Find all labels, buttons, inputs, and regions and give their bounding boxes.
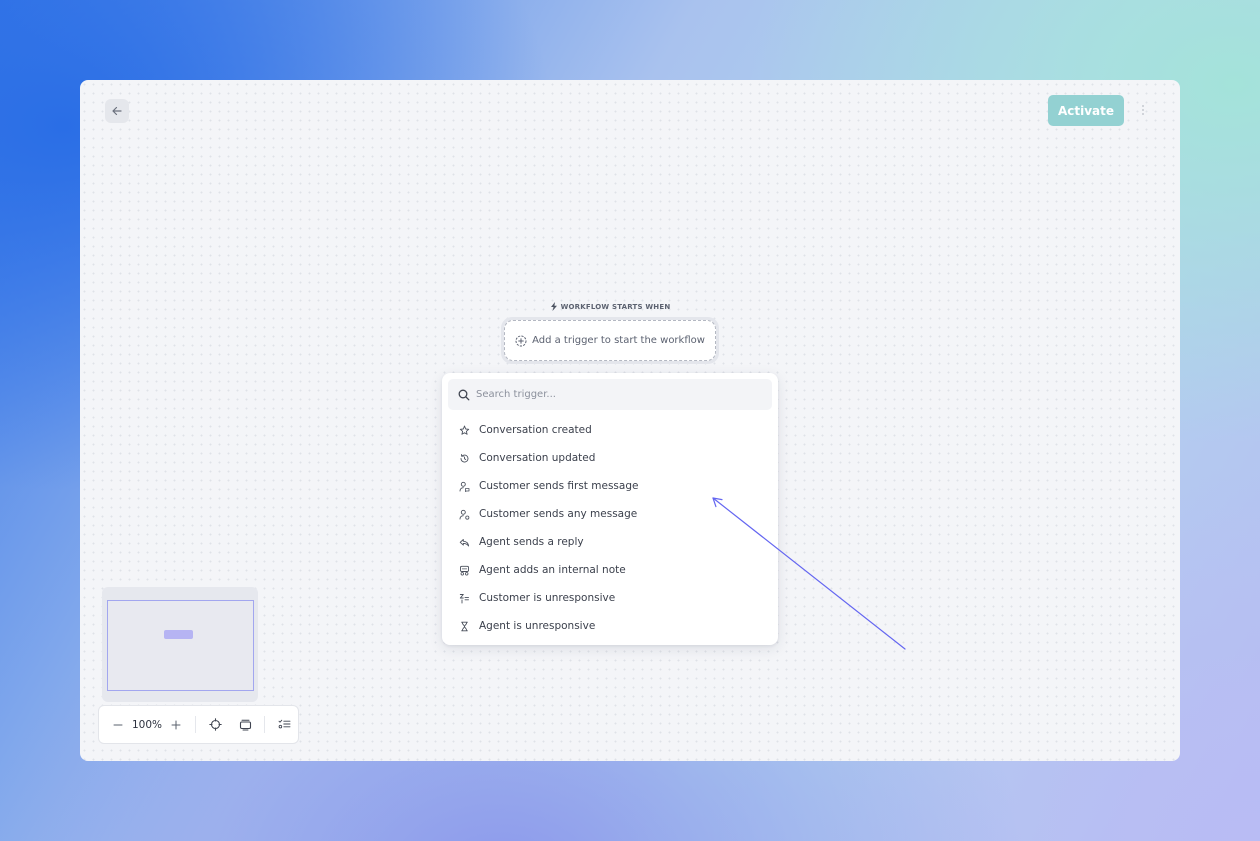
workflow-editor: Activate WORKFLOW STARTS WHEN Add a trig… xyxy=(80,80,1180,761)
annotation-arrow xyxy=(712,497,906,650)
